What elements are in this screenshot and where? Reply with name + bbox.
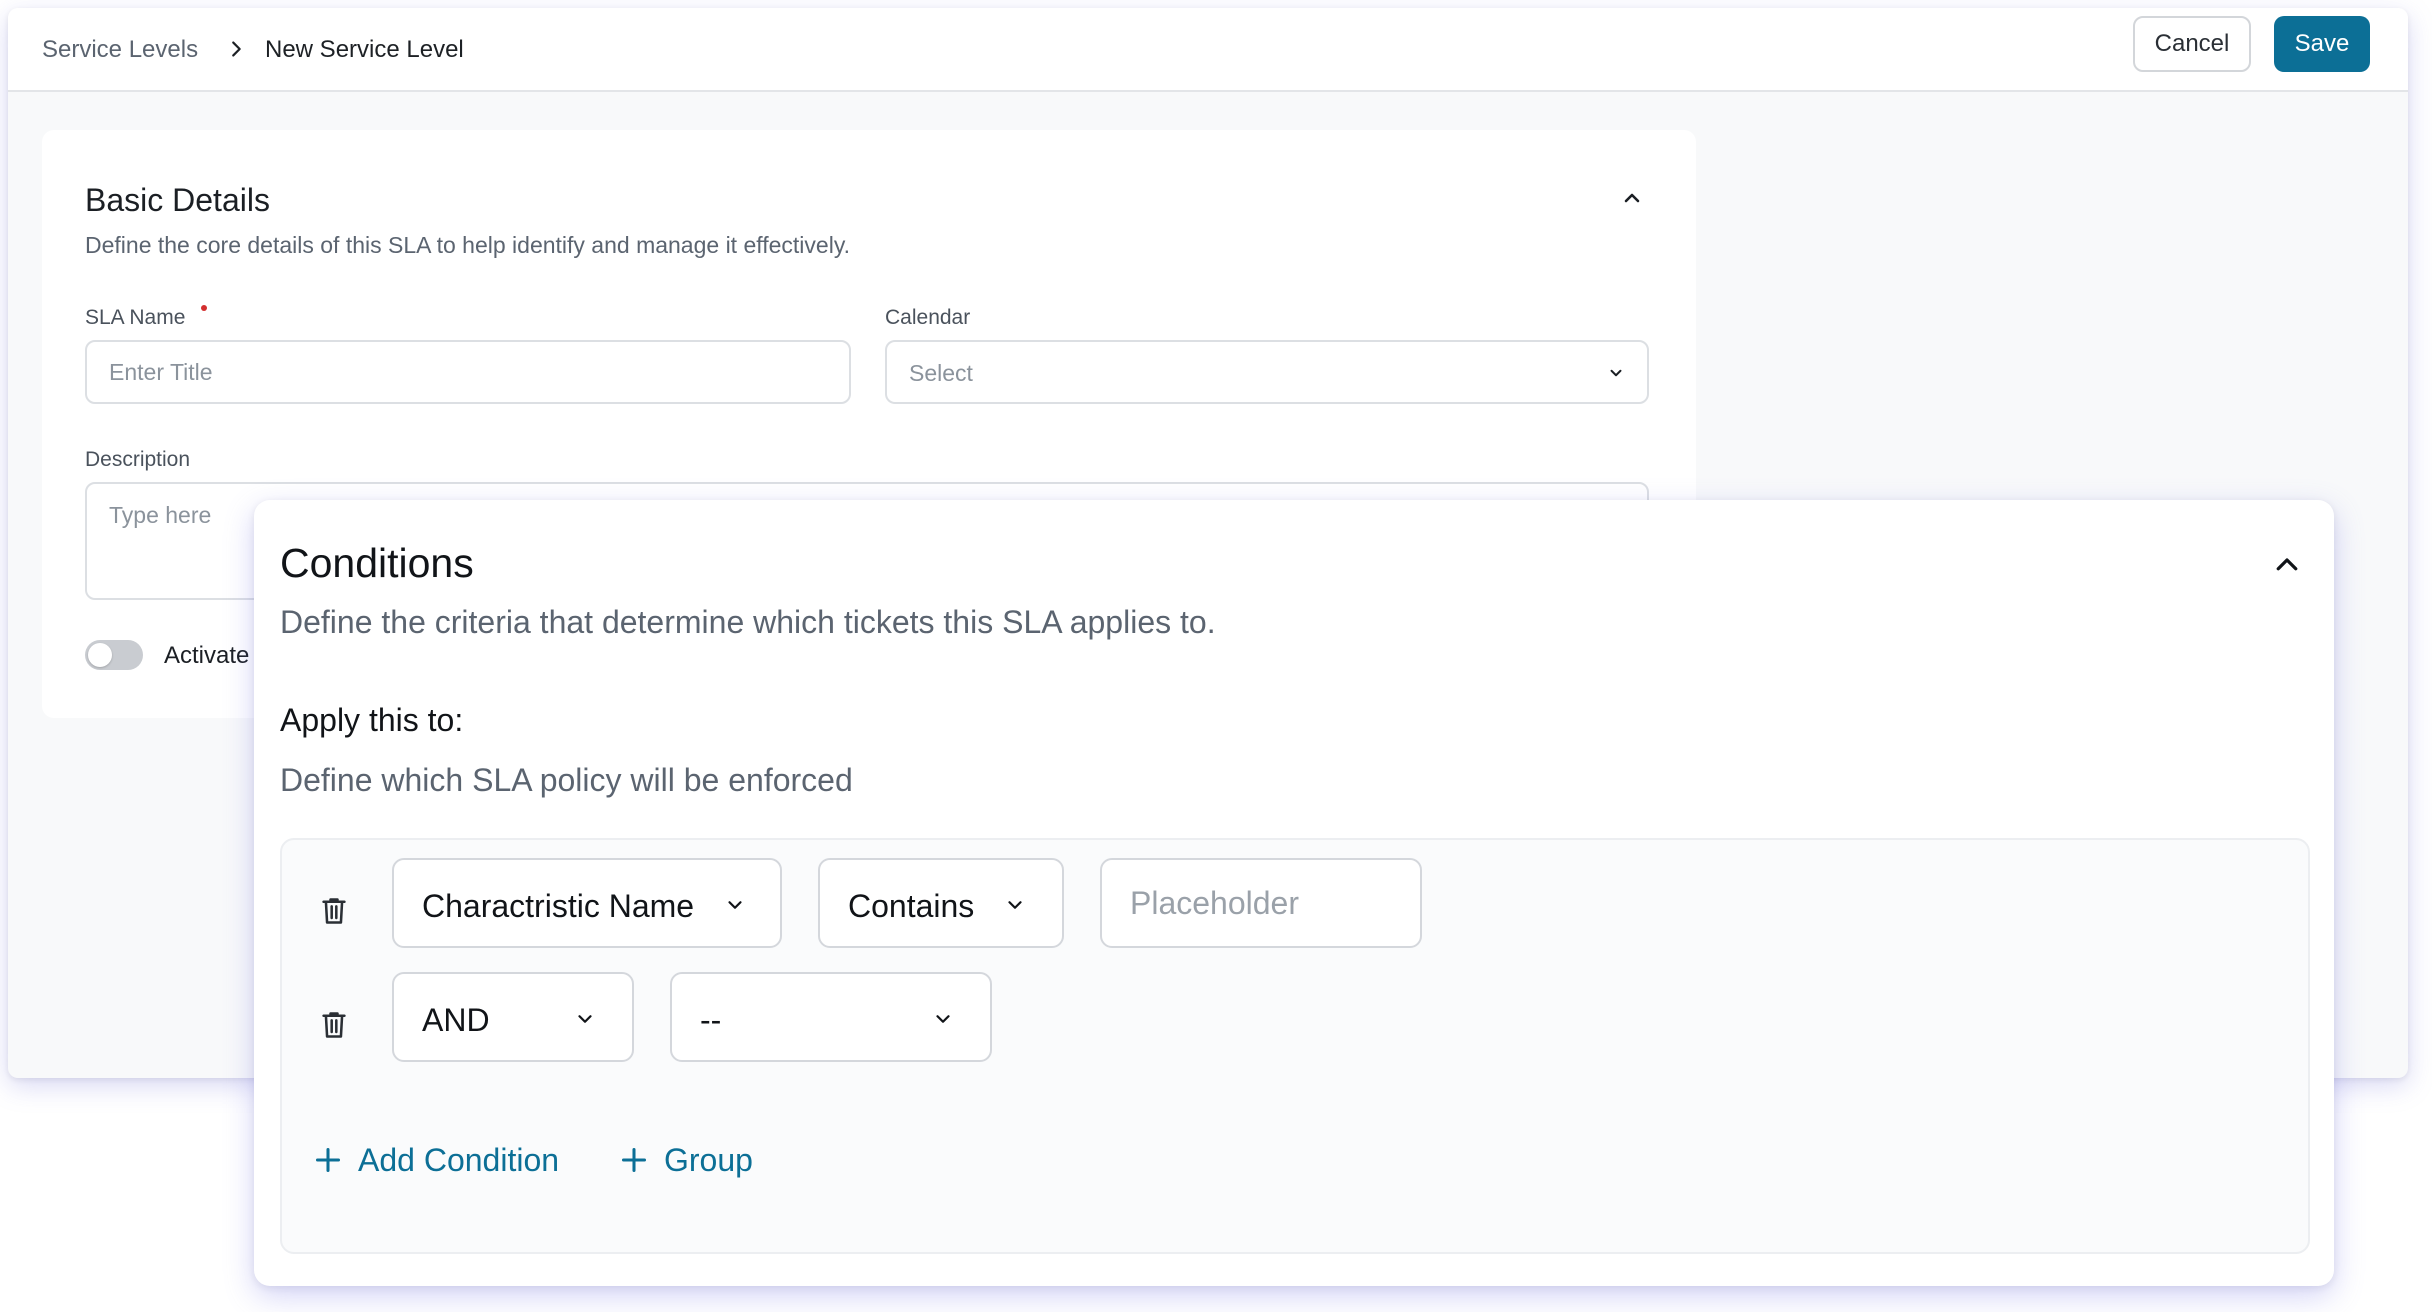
cancel-button[interactable]: Cancel	[2133, 16, 2251, 72]
description-label: Description	[85, 448, 191, 471]
logic-select-value: AND	[422, 1002, 490, 1038]
field-select-value: Charactristic Name	[422, 888, 695, 924]
logic-field-select[interactable]: --	[670, 972, 992, 1062]
field-select[interactable]: Charactristic Name	[392, 858, 782, 948]
activate-label: Activate	[164, 642, 250, 669]
condition-value-input[interactable]	[1100, 858, 1422, 948]
add-group-button[interactable]: Group	[620, 1140, 780, 1184]
conditions-title: Conditions	[280, 540, 474, 586]
chevron-down-icon	[936, 1015, 950, 1023]
chevron-down-icon	[1610, 369, 1622, 377]
chevron-right-icon	[232, 41, 241, 57]
breadcrumb-current: New Service Level	[265, 36, 464, 63]
plus-icon	[315, 1147, 341, 1173]
operator-select-value: Contains	[848, 888, 975, 924]
sla-name-label: SLA Name	[85, 306, 186, 329]
trash-icon[interactable]	[320, 1010, 348, 1040]
chevron-up-icon[interactable]	[2272, 550, 2302, 580]
trash-icon[interactable]	[320, 896, 348, 926]
chevron-down-icon	[1008, 901, 1022, 909]
activate-toggle[interactable]	[85, 640, 143, 670]
save-button[interactable]: Save	[2274, 16, 2370, 72]
apply-this-to-heading: Apply this to:	[280, 702, 464, 738]
conditions-subtitle: Define the criteria that determine which…	[280, 604, 1216, 640]
basic-details-subtitle: Define the core details of this SLA to h…	[85, 232, 850, 258]
logic-select[interactable]: AND	[392, 972, 634, 1062]
conditions-builder: Charactristic Name Contains AND --	[280, 838, 2310, 1254]
add-condition-button[interactable]: Add Condition	[314, 1140, 574, 1184]
conditions-card: Conditions Define the criteria that dete…	[254, 500, 2334, 1286]
plus-icon	[621, 1147, 647, 1173]
required-indicator	[201, 305, 207, 311]
operator-select[interactable]: Contains	[818, 858, 1064, 948]
logic-field-select-value: --	[700, 1002, 722, 1038]
add-group-label: Group	[664, 1142, 753, 1178]
calendar-select-value: Select	[909, 360, 973, 386]
chevron-down-icon	[578, 1015, 592, 1023]
calendar-label: Calendar	[885, 306, 971, 329]
calendar-select[interactable]: Select	[885, 340, 1649, 404]
breadcrumb-service-levels[interactable]: Service Levels	[42, 36, 198, 64]
toggle-knob	[88, 643, 112, 667]
sla-name-input[interactable]	[85, 340, 851, 404]
top-bar: Service Levels New Service Level Cancel …	[8, 8, 2408, 92]
add-condition-label: Add Condition	[358, 1142, 560, 1178]
chevron-up-icon[interactable]	[1620, 186, 1644, 210]
chevron-down-icon	[728, 901, 742, 909]
basic-details-title: Basic Details	[85, 182, 270, 218]
apply-this-to-subtitle: Define which SLA policy will be enforced	[280, 762, 853, 798]
